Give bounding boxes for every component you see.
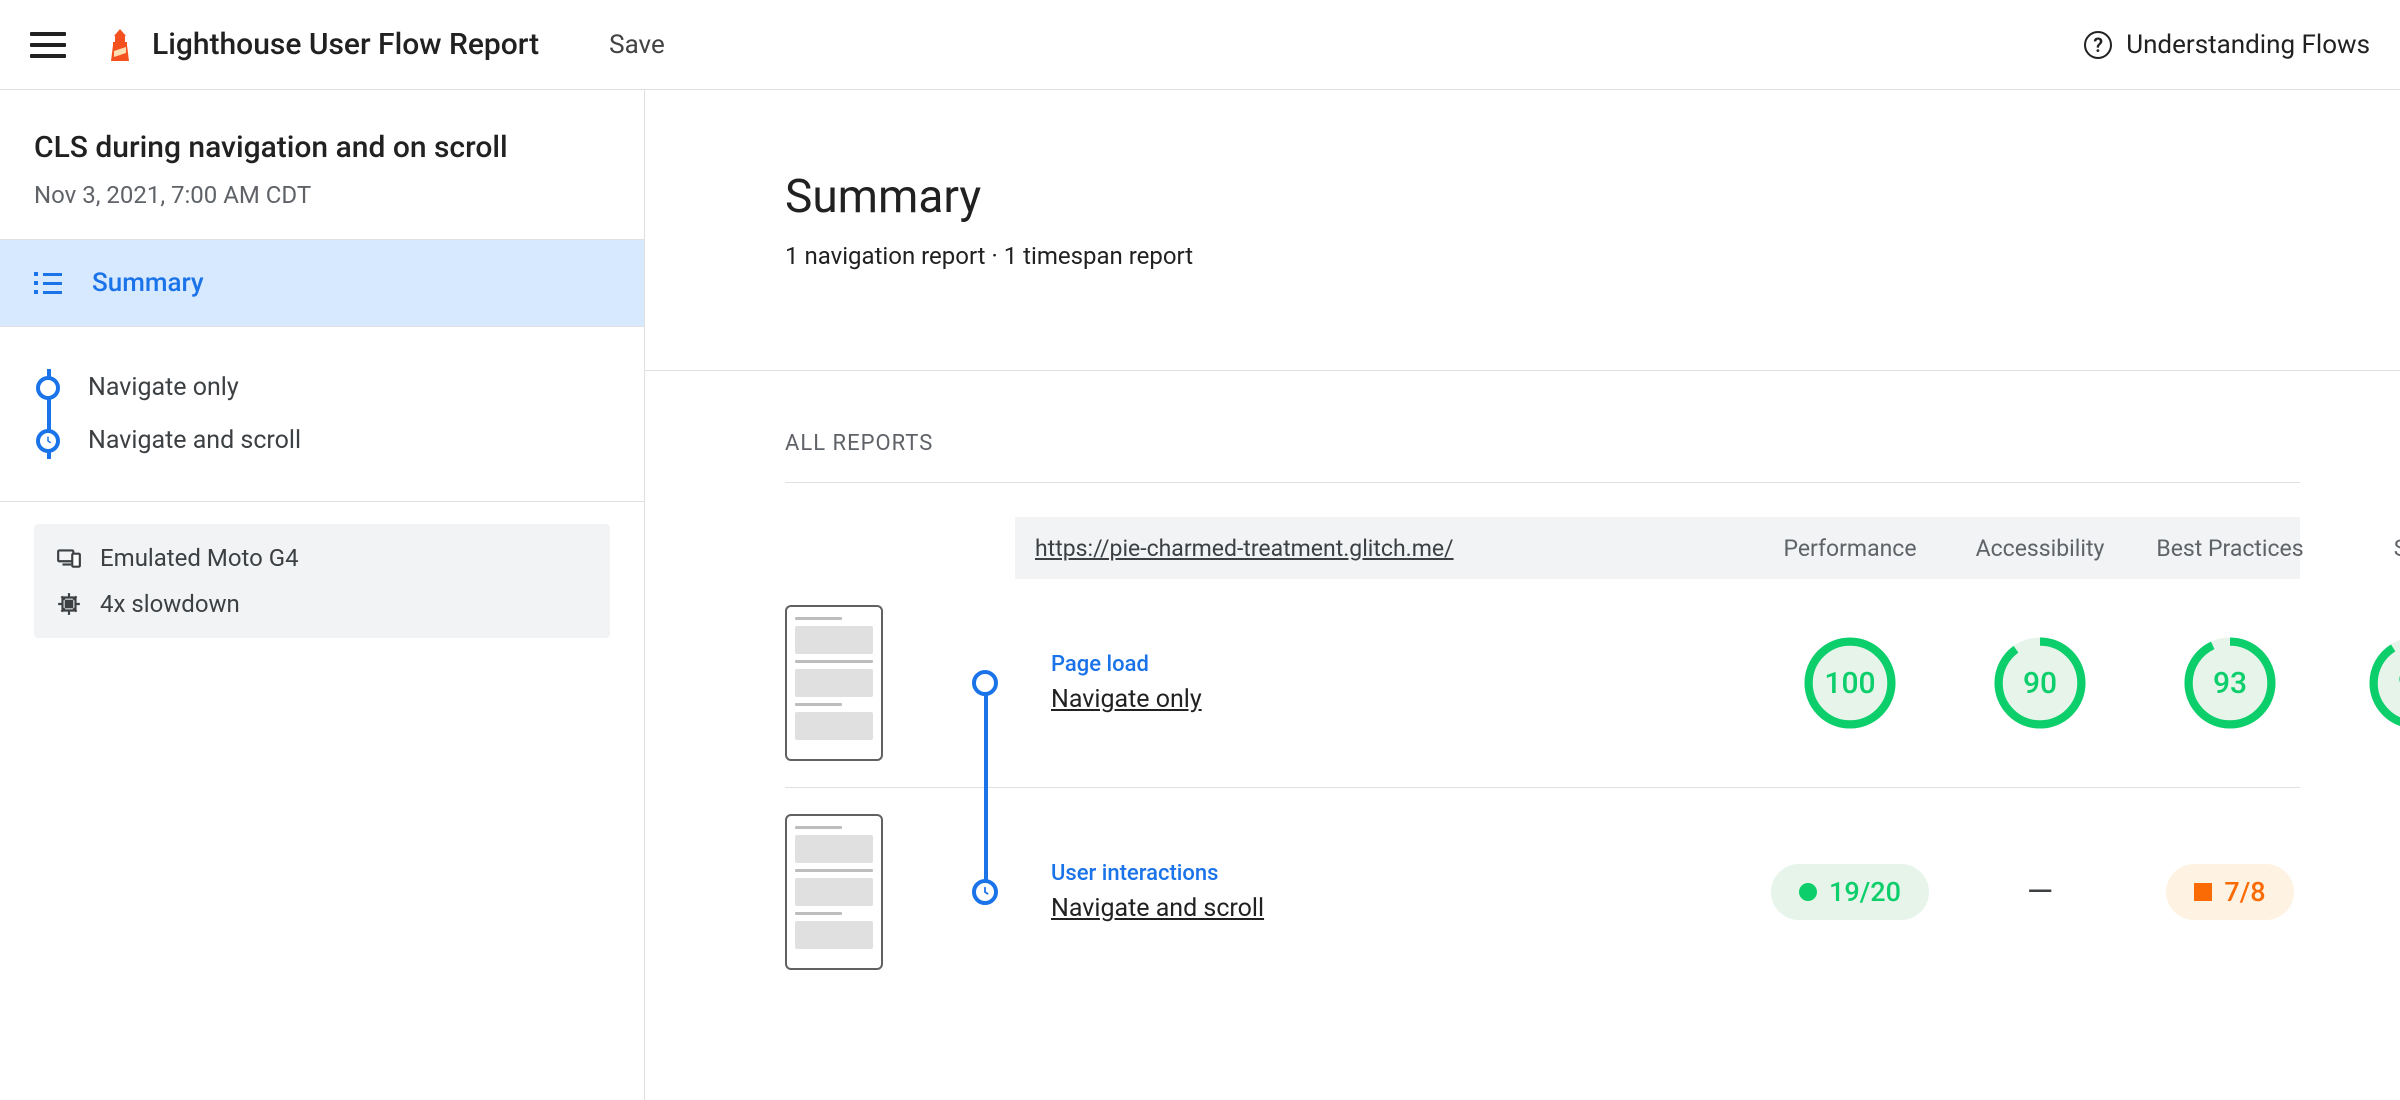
sidebar-item-summary[interactable]: Summary xyxy=(0,240,644,327)
step-label: Navigate only xyxy=(88,373,239,402)
gauge-accessibility[interactable]: 90 xyxy=(1945,637,2135,729)
all-reports-label: ALL REPORTS xyxy=(785,431,2300,483)
column-performance: Performance xyxy=(1755,535,1945,562)
column-best-practices: Best Practices xyxy=(2135,535,2325,562)
navigation-node-icon xyxy=(36,376,60,400)
report-table-header: https://pie-charmed-treatment.glitch.me/… xyxy=(1015,517,2300,579)
env-throttling-label: 4x slowdown xyxy=(100,590,240,618)
timespan-node-icon xyxy=(972,879,998,905)
app-title: Lighthouse User Flow Report xyxy=(152,27,539,62)
step-type-label: Page load xyxy=(1051,652,1755,677)
report-table: https://pie-charmed-treatment.glitch.me/… xyxy=(785,517,2300,996)
cpu-icon xyxy=(56,591,82,617)
column-seo: SEO xyxy=(2325,535,2400,562)
help-link[interactable]: ? Understanding Flows xyxy=(2084,30,2370,60)
save-button[interactable]: Save xyxy=(609,30,665,60)
gauge-performance[interactable]: 100 xyxy=(1755,637,1945,729)
main-content: Summary 1 navigation report · 1 timespan… xyxy=(645,90,2400,1100)
row-connector-line xyxy=(984,679,988,896)
step-type-label: User interactions xyxy=(1051,861,1755,886)
page-subheading: 1 navigation report · 1 timespan report xyxy=(785,242,2400,270)
pill-performance[interactable]: 19/20 xyxy=(1755,864,1945,920)
menu-icon[interactable] xyxy=(30,27,66,63)
step-name-link[interactable]: Navigate only xyxy=(1051,685,1755,714)
step-name-link[interactable]: Navigate and scroll xyxy=(1051,894,1755,923)
sidebar-step-navigate-only[interactable]: Navigate only xyxy=(34,361,644,414)
env-throttling-row: 4x slowdown xyxy=(56,590,588,618)
flow-title: CLS during navigation and on scroll xyxy=(34,130,610,165)
score-not-applicable: — xyxy=(1945,872,2135,912)
summary-label: Summary xyxy=(92,268,204,298)
help-icon: ? xyxy=(2084,31,2112,59)
gauge-seo[interactable]: 91 xyxy=(2325,637,2400,729)
timespan-node-icon xyxy=(36,429,60,453)
main-header: Summary 1 navigation report · 1 timespan… xyxy=(645,90,2400,371)
env-device-row: Emulated Moto G4 xyxy=(56,544,588,572)
report-row-navigate-and-scroll: User interactions Navigate and scroll 19… xyxy=(785,788,2300,996)
step-label: Navigate and scroll xyxy=(88,426,301,455)
help-label: Understanding Flows xyxy=(2126,30,2370,60)
report-url-link[interactable]: https://pie-charmed-treatment.glitch.me/ xyxy=(1015,535,1755,562)
screenshot-thumbnail[interactable] xyxy=(785,814,883,970)
devices-icon xyxy=(56,545,82,571)
all-reports-section: ALL REPORTS https://pie-charmed-treatmen… xyxy=(645,371,2400,996)
summary-list-icon xyxy=(34,272,62,294)
page-heading: Summary xyxy=(785,170,2400,224)
screenshot-thumbnail[interactable] xyxy=(785,605,883,761)
topbar: Lighthouse User Flow Report Save ? Under… xyxy=(0,0,2400,90)
environment-panel: Emulated Moto G4 4x slowdown xyxy=(34,524,610,638)
pill-best-practices[interactable]: 7/8 xyxy=(2135,864,2325,920)
pass-indicator-icon xyxy=(1799,883,1817,901)
navigation-node-icon xyxy=(972,670,998,696)
lighthouse-logo-icon xyxy=(106,27,134,63)
report-table-body: Page load Navigate only 100 xyxy=(785,579,2300,996)
sidebar-step-navigate-and-scroll[interactable]: Navigate and scroll xyxy=(34,414,644,467)
column-accessibility: Accessibility xyxy=(1945,535,2135,562)
gauge-best-practices[interactable]: 93 xyxy=(2135,637,2325,729)
sidebar-header: CLS during navigation and on scroll Nov … xyxy=(0,90,644,240)
flow-timestamp: Nov 3, 2021, 7:00 AM CDT xyxy=(34,181,610,209)
score-not-applicable: — xyxy=(2325,872,2400,912)
average-indicator-icon xyxy=(2194,883,2212,901)
env-device-label: Emulated Moto G4 xyxy=(100,544,299,572)
sidebar-steps: Navigate only Navigate and scroll xyxy=(0,327,644,502)
report-row-navigate-only: Page load Navigate only 100 xyxy=(785,579,2300,788)
sidebar: CLS during navigation and on scroll Nov … xyxy=(0,90,645,1100)
